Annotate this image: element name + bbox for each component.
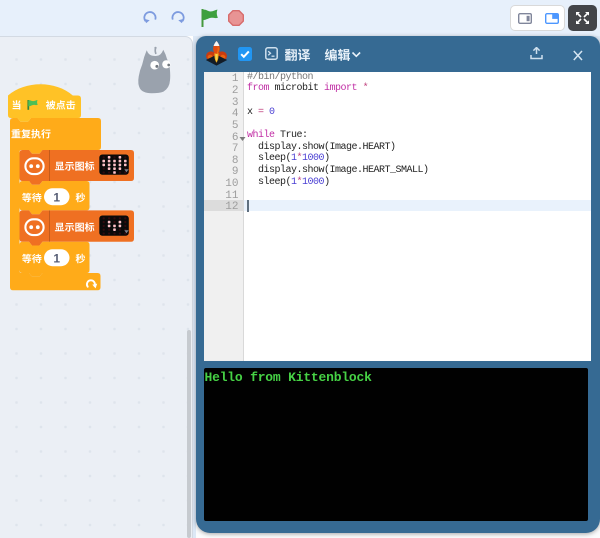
svg-text:1: 1 <box>53 251 60 265</box>
svg-text:1: 1 <box>53 190 60 204</box>
